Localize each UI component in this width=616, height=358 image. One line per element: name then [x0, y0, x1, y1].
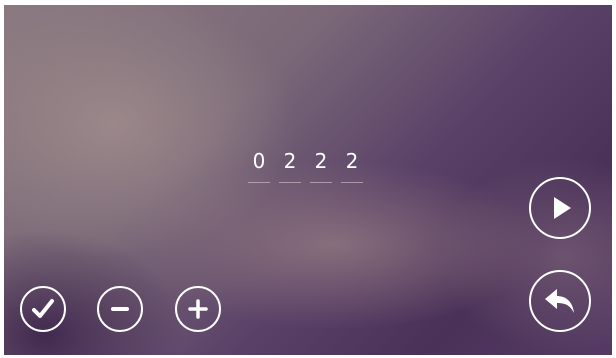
back-button[interactable]	[529, 270, 591, 332]
increment-button[interactable]	[175, 286, 221, 332]
screen: 0 2 2 2	[4, 5, 612, 355]
decrement-button[interactable]	[97, 286, 143, 332]
play-icon	[554, 197, 571, 219]
play-button[interactable]	[529, 177, 591, 239]
plus-icon	[188, 299, 208, 319]
minus-icon	[111, 307, 129, 311]
code-digit-4[interactable]: 2	[341, 147, 363, 183]
code-digit-1[interactable]: 0	[248, 147, 270, 183]
code-digits: 0 2 2 2	[248, 147, 363, 183]
code-digit-3[interactable]: 2	[310, 147, 332, 183]
checkmark-icon	[32, 299, 54, 318]
confirm-button[interactable]	[20, 286, 66, 332]
code-digit-2[interactable]: 2	[279, 147, 301, 183]
back-arrow-icon	[545, 289, 574, 313]
